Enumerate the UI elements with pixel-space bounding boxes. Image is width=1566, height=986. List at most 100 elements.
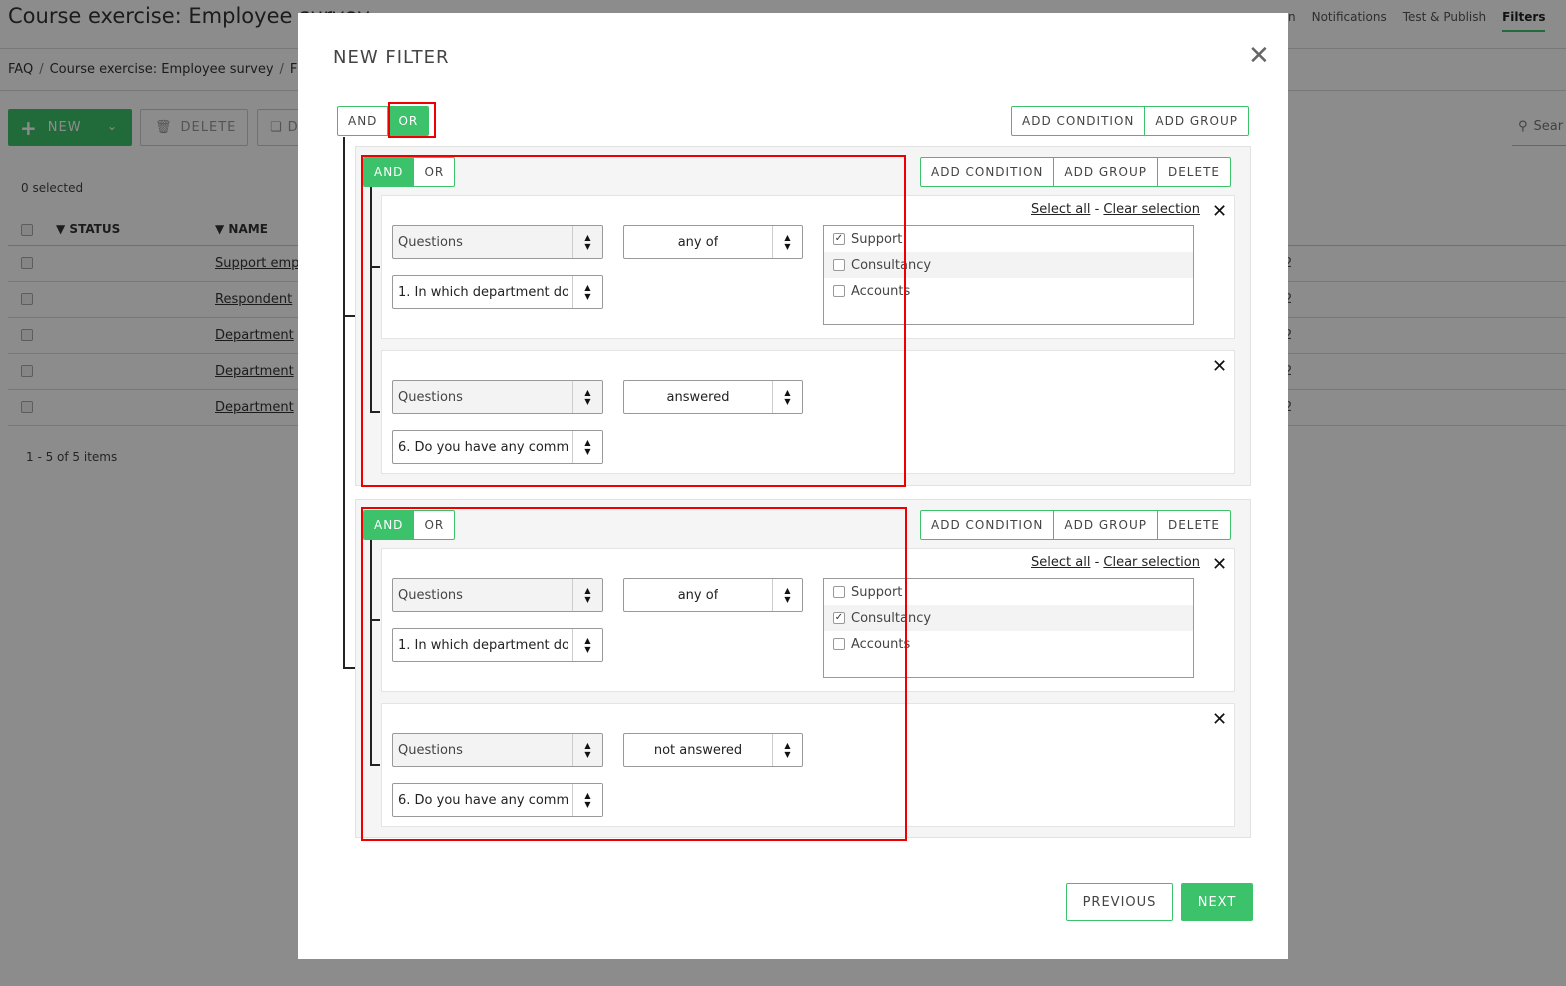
option-label: Accounts [851, 283, 911, 299]
previous-button[interactable]: PREVIOUS [1066, 883, 1173, 921]
select-value: Questions [398, 587, 463, 603]
spinner-icon: ▲ ▼ [572, 226, 602, 258]
select-value: 6. Do you have any comme... [398, 792, 568, 808]
spinner-icon: ▲ ▼ [572, 431, 602, 463]
link-separator: - [1090, 202, 1104, 217]
select-value: any of [677, 234, 719, 250]
select-value: 1. In which department do ... [398, 284, 568, 300]
select-value: Questions [398, 742, 463, 758]
option-support[interactable]: Support [824, 579, 1193, 605]
delete-group-button[interactable]: DELETE [1158, 158, 1230, 186]
next-button[interactable]: NEXT [1181, 883, 1253, 921]
tree-line [370, 540, 372, 766]
add-condition-button[interactable]: ADD CONDITION [921, 158, 1055, 186]
spinner-icon: ▲ ▼ [772, 226, 802, 258]
root-or-button[interactable]: OR [388, 107, 429, 135]
spinner-icon: ▲ ▼ [772, 734, 802, 766]
checkbox-icon[interactable] [833, 638, 845, 650]
tree-line [370, 619, 380, 621]
spinner-icon: ▲ ▼ [572, 381, 602, 413]
tree-line [370, 764, 380, 766]
spinner-icon: ▲ ▼ [772, 579, 802, 611]
dialog-title: NEW FILTER [333, 47, 450, 68]
root-actions: ADD CONDITION ADD GROUP [1011, 106, 1249, 136]
group-actions: ADD CONDITION ADD GROUP DELETE [920, 510, 1231, 540]
option-label: Consultancy [851, 257, 932, 273]
option-accounts[interactable]: Accounts [824, 631, 1193, 657]
option-consultancy[interactable]: ✓ Consultancy [824, 605, 1193, 631]
answer-options-list: Support ✓ Consultancy Accounts [823, 578, 1194, 678]
checkbox-checked-icon[interactable]: ✓ [833, 233, 845, 245]
tree-line [370, 411, 380, 413]
add-condition-button[interactable]: ADD CONDITION [921, 511, 1055, 539]
select-value: 6. Do you have any comme... [398, 439, 568, 455]
remove-condition-icon[interactable]: ✕ [1212, 203, 1227, 221]
selection-links: Select all - Clear selection [1031, 555, 1200, 570]
spinner-icon: ▲ ▼ [772, 381, 802, 413]
question-select[interactable]: 6. Do you have any comme... ▲▼ [392, 430, 603, 464]
clear-selection-link[interactable]: Clear selection [1103, 202, 1200, 217]
group-and-button[interactable]: AND [364, 158, 415, 186]
tree-line [370, 187, 372, 413]
condition-type-select[interactable]: Questions ▲ ▼ [392, 733, 603, 767]
question-select[interactable]: 1. In which department do ... ▲ ▼ [392, 628, 603, 662]
group-actions: ADD CONDITION ADD GROUP DELETE [920, 157, 1231, 187]
operator-select[interactable]: any of ▲ ▼ [623, 578, 803, 612]
question-select[interactable]: 1. In which department do ... ▲ ▼ [392, 275, 603, 309]
select-value: not answered [653, 742, 743, 758]
tree-line [370, 266, 380, 268]
operator-select[interactable]: not answered ▲ ▼ [623, 733, 803, 767]
remove-condition-icon[interactable]: ✕ [1212, 711, 1227, 729]
condition-type-select[interactable]: Questions ▲ ▼ [392, 578, 603, 612]
condition-type-select[interactable]: Questions ▲ ▼ [392, 380, 603, 414]
spinner-icon: ▲ ▼ [572, 629, 602, 661]
group-logic-toggle: AND OR [363, 157, 456, 187]
new-filter-dialog: NEW FILTER ✕ AND OR ADD CONDITION ADD GR… [298, 13, 1288, 959]
question-select[interactable]: 6. Do you have any comme... ▲▼ [392, 783, 603, 817]
tree-line [343, 667, 355, 669]
group-or-button[interactable]: OR [414, 158, 454, 186]
delete-group-button[interactable]: DELETE [1158, 511, 1230, 539]
spinner-icon: ▲ ▼ [572, 276, 602, 308]
select-value: answered [666, 389, 730, 405]
answer-options-list: ✓ Support Consultancy Accounts [823, 225, 1194, 325]
add-condition-button[interactable]: ADD CONDITION [1012, 107, 1146, 135]
close-icon[interactable]: ✕ [1248, 43, 1270, 69]
checkbox-icon[interactable] [833, 285, 845, 297]
option-label: Support [851, 584, 903, 600]
selection-links: Select all - Clear selection [1031, 202, 1200, 217]
remove-condition-icon[interactable]: ✕ [1212, 358, 1227, 376]
option-consultancy[interactable]: Consultancy [824, 252, 1193, 278]
spinner-icon: ▲ ▼ [572, 784, 602, 816]
remove-condition-icon[interactable]: ✕ [1212, 556, 1227, 574]
select-all-link[interactable]: Select all [1031, 555, 1090, 570]
select-value: any of [677, 587, 719, 603]
checkbox-checked-icon[interactable]: ✓ [833, 612, 845, 624]
group-and-button[interactable]: AND [364, 511, 415, 539]
operator-select[interactable]: answered ▲ ▼ [623, 380, 803, 414]
option-accounts[interactable]: Accounts [824, 278, 1193, 304]
select-value: Questions [398, 234, 463, 250]
select-value: 1. In which department do ... [398, 637, 568, 653]
select-value: Questions [398, 389, 463, 405]
add-group-button[interactable]: ADD GROUP [1054, 511, 1158, 539]
checkbox-icon[interactable] [833, 259, 845, 271]
spinner-icon: ▲ ▼ [572, 579, 602, 611]
spinner-icon: ▲ ▼ [572, 734, 602, 766]
link-separator: - [1090, 555, 1104, 570]
condition-type-select[interactable]: Questions ▲ ▼ [392, 225, 603, 259]
add-group-button[interactable]: ADD GROUP [1054, 158, 1158, 186]
operator-select[interactable]: any of ▲ ▼ [623, 225, 803, 259]
tree-line [343, 137, 345, 669]
option-label: Support [851, 231, 903, 247]
checkbox-icon[interactable] [833, 586, 845, 598]
root-logic-toggle: AND OR [337, 106, 430, 136]
add-group-button[interactable]: ADD GROUP [1145, 107, 1248, 135]
option-label: Accounts [851, 636, 911, 652]
option-support[interactable]: ✓ Support [824, 226, 1193, 252]
clear-selection-link[interactable]: Clear selection [1103, 555, 1200, 570]
select-all-link[interactable]: Select all [1031, 202, 1090, 217]
root-and-button[interactable]: AND [338, 107, 389, 135]
group-logic-toggle: AND OR [363, 510, 456, 540]
group-or-button[interactable]: OR [414, 511, 454, 539]
